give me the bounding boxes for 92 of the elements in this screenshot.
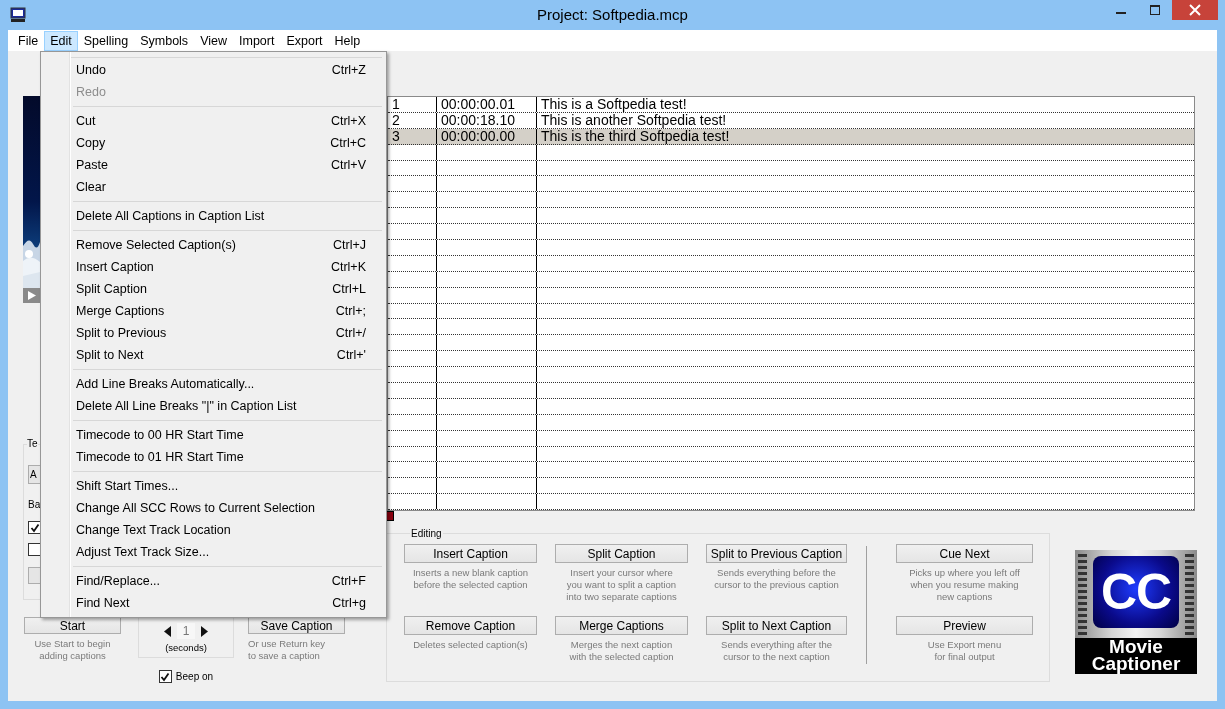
menu-item[interactable]: Find Next Ctrl+g bbox=[43, 592, 384, 614]
hint-text: Picks up where you left off bbox=[909, 567, 1020, 580]
table-cell: 00:00:18.10 bbox=[437, 112, 537, 128]
menu-item[interactable]: View bbox=[194, 30, 233, 51]
checkbox-label: Beep on bbox=[175, 671, 214, 682]
hint-text: cursor to the previous caption bbox=[714, 579, 839, 592]
table-cell: 3 bbox=[388, 128, 437, 144]
field-label: Ba bbox=[28, 499, 41, 511]
menu-item[interactable]: Delete All Line Breaks "|" in Caption List bbox=[43, 395, 384, 417]
menu-item[interactable]: Delete All Captions in Caption List bbox=[43, 205, 384, 227]
decrement-icon[interactable] bbox=[164, 625, 171, 637]
menu-item[interactable]: Cut Ctrl+X bbox=[43, 110, 384, 132]
menu-item[interactable]: Change Text Track Location bbox=[43, 519, 384, 541]
logo-badge: CC bbox=[1093, 556, 1179, 629]
menu-item[interactable]: Split to Previous Ctrl+/ bbox=[43, 322, 384, 344]
table-cell: 2 bbox=[388, 112, 437, 128]
menu-item[interactable]: Find/Replace... Ctrl+F bbox=[43, 570, 384, 592]
action-button[interactable]: Split to Previous Caption bbox=[706, 544, 847, 564]
action-button[interactable]: Merge Captions bbox=[555, 616, 688, 636]
table-row[interactable]: 3 00:00:00.00 This is the third Softpedia test! bbox=[388, 128, 1194, 145]
action-button[interactable]: Split to Next Caption bbox=[706, 616, 847, 636]
hint-text: Use Export menu bbox=[927, 639, 1002, 652]
action-button[interactable]: Remove Caption bbox=[404, 616, 537, 636]
play-button[interactable] bbox=[23, 288, 40, 303]
play-icon bbox=[27, 291, 36, 300]
menu-item[interactable]: Copy Ctrl+C bbox=[43, 132, 384, 154]
menu-item[interactable]: Split to Next Ctrl+' bbox=[43, 344, 384, 366]
hint-text: to save a caption bbox=[248, 650, 320, 662]
menu-item[interactable]: Timecode to 01 HR Start Time bbox=[43, 446, 384, 468]
menu-item[interactable]: Import bbox=[233, 30, 281, 51]
table-cell: 00:00:00.00 bbox=[437, 128, 537, 144]
table-row[interactable]: 2 00:00:18.10 This is another Softpedia test! bbox=[388, 112, 1194, 129]
action-button[interactable]: Insert Caption bbox=[404, 544, 537, 564]
menu-item[interactable]: Change All SCC Rows to Current Selection bbox=[43, 497, 384, 519]
hint-text: Inserts a new blank caption bbox=[412, 567, 529, 580]
hint-text: Sends everything after the bbox=[721, 639, 832, 652]
close-button[interactable] bbox=[1172, 0, 1218, 20]
menu-item[interactable]: Shift Start Times... bbox=[43, 475, 384, 497]
logo-text: Captioner bbox=[1091, 655, 1181, 673]
minimize-icon bbox=[1116, 12, 1126, 14]
table-cell: 00:00:00.01 bbox=[437, 97, 537, 112]
menu-item[interactable]: Insert Caption Ctrl+K bbox=[43, 256, 384, 278]
group-label: Te bbox=[27, 438, 38, 450]
group-title: Editing bbox=[410, 528, 443, 540]
hint-text: Merges the next caption bbox=[570, 639, 673, 652]
close-icon bbox=[1189, 4, 1201, 16]
menu-item[interactable]: Split Caption Ctrl+L bbox=[43, 278, 384, 300]
hint-text: cursor to the next caption bbox=[723, 651, 830, 664]
delay-field[interactable]: 1 bbox=[177, 623, 195, 639]
hint-text: Insert your cursor where bbox=[570, 567, 673, 580]
hint-text: Or use Return key bbox=[248, 638, 326, 650]
table-cell-text: This is another Softpedia test! bbox=[540, 112, 728, 128]
start-button[interactable]: Start bbox=[24, 617, 121, 634]
menu-item[interactable]: Remove Selected Caption(s) Ctrl+J bbox=[43, 234, 384, 256]
table-cell-text: This is a Softpedia test! bbox=[540, 97, 688, 112]
action-button[interactable]: Preview bbox=[896, 616, 1033, 636]
action-button[interactable]: Split Caption bbox=[555, 544, 688, 564]
menu-item[interactable]: Clear bbox=[43, 176, 384, 198]
menu-item[interactable]: Adjust Text Track Size... bbox=[43, 541, 384, 563]
hint-text: Use Start to begin bbox=[34, 638, 111, 650]
hint-text: into two separate captions bbox=[566, 591, 677, 604]
menu-item[interactable]: Spelling bbox=[77, 30, 135, 51]
menu-item[interactable]: Timecode to 00 HR Start Time bbox=[43, 424, 384, 446]
menu-item[interactable]: Export bbox=[280, 30, 329, 51]
hint-text: new captions bbox=[936, 591, 993, 604]
unit-label: (seconds) bbox=[165, 642, 207, 653]
menu-item[interactable]: Add Line Breaks Automatically... bbox=[43, 373, 384, 395]
hint-text: before the selected caption bbox=[413, 579, 528, 592]
maximize-icon bbox=[1150, 5, 1160, 15]
window-title: Project: Softpedia.mcp bbox=[537, 6, 688, 23]
menu-item[interactable]: Help bbox=[328, 30, 367, 51]
menu-item[interactable]: Merge Captions Ctrl+; bbox=[43, 300, 384, 322]
logo-text: Movie bbox=[1109, 638, 1163, 656]
action-button[interactable]: Cue Next bbox=[896, 544, 1033, 564]
hint-text: for final output bbox=[934, 651, 995, 664]
hint-text: Sends everything before the bbox=[717, 567, 836, 580]
hint-text: you want to split a caption bbox=[566, 579, 677, 592]
menu-item[interactable]: Undo Ctrl+Z bbox=[43, 59, 384, 81]
checkbox[interactable] bbox=[158, 670, 172, 683]
menu-item[interactable]: File bbox=[12, 30, 45, 51]
table-cell: 1 bbox=[388, 97, 437, 112]
hint-text: Deletes selected caption(s) bbox=[413, 639, 528, 652]
hint-text: when you resume making bbox=[910, 579, 1019, 592]
hint-text: adding captions bbox=[39, 650, 106, 662]
table-cell-text: This is the third Softpedia test! bbox=[540, 128, 731, 144]
hint-text: with the selected caption bbox=[569, 651, 674, 664]
increment-icon[interactable] bbox=[201, 625, 208, 637]
menu-item[interactable]: Edit bbox=[44, 30, 78, 51]
menu-item[interactable]: Paste Ctrl+V bbox=[43, 154, 384, 176]
app-icon bbox=[10, 7, 26, 23]
menu-item[interactable]: Symbols bbox=[134, 30, 195, 51]
table-row[interactable]: 1 00:00:00.01 This is a Softpedia test! bbox=[388, 97, 1194, 113]
